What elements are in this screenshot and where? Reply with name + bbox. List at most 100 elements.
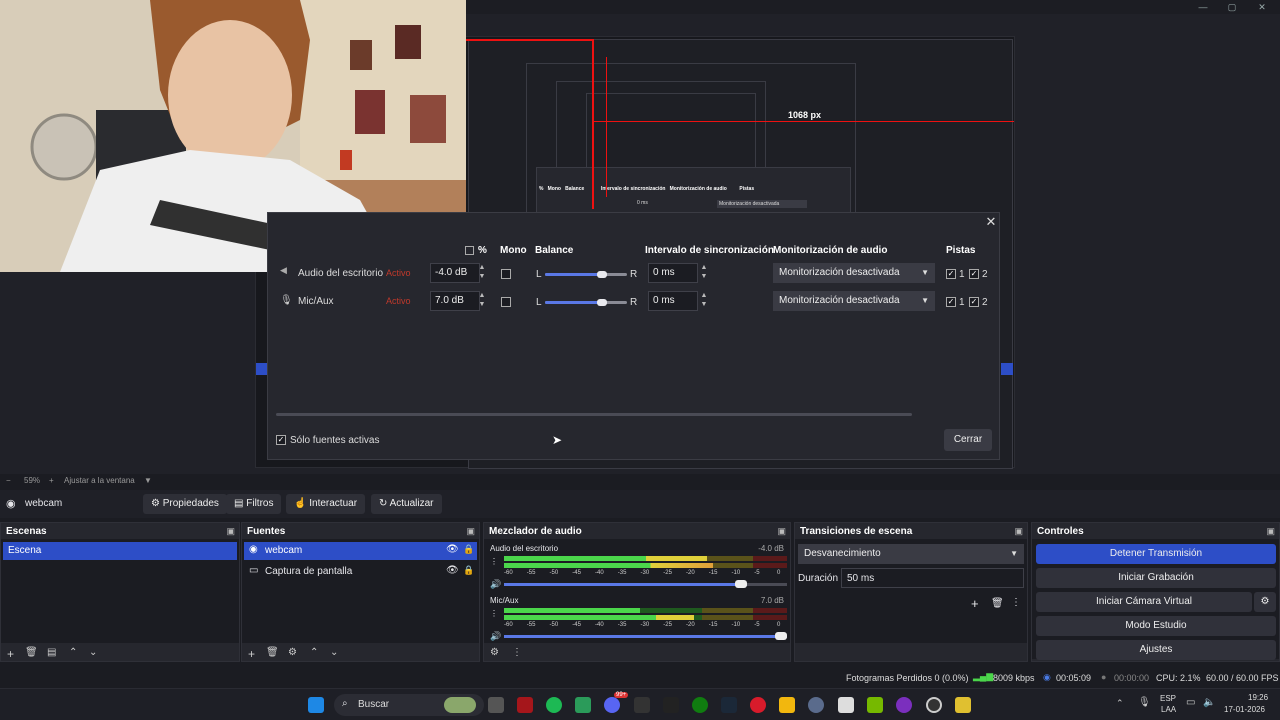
virtual-camera-button[interactable]: Iniciar Cámara Virtual (1036, 592, 1252, 612)
volume-fader-thumb[interactable] (775, 632, 787, 640)
source-item[interactable]: ▭ Captura de pantalla 👁 🔒 (244, 563, 477, 581)
duration-input[interactable]: 50 ms (841, 568, 1024, 588)
track2-checkbox[interactable]: ✓ (969, 269, 979, 279)
settings-icon[interactable] (808, 697, 824, 713)
track2-checkbox[interactable]: ✓ (969, 297, 979, 307)
obs-icon[interactable] (926, 697, 942, 713)
dock-menu-icon[interactable]: ▣ (226, 526, 235, 537)
dock-menu-icon[interactable]: ▣ (466, 526, 475, 537)
maximize-button[interactable]: ▢ (1216, 0, 1248, 14)
transition-menu-icon[interactable]: ⋮ (1011, 597, 1021, 608)
lock-icon[interactable]: 🔒 (463, 544, 474, 555)
settings-button[interactable]: Ajustes (1036, 640, 1276, 660)
zoom-out-button[interactable]: − (6, 476, 11, 485)
channel-menu-icon[interactable]: ⋮ (490, 609, 498, 618)
epic-games-icon[interactable] (634, 697, 650, 713)
track1-checkbox[interactable]: ✓ (946, 269, 956, 279)
transition-select[interactable]: Desvanecimiento ▼ (798, 544, 1024, 564)
mono-checkbox[interactable] (501, 269, 511, 279)
only-active-checkbox[interactable]: ✓ (276, 435, 286, 445)
start-recording-button[interactable]: Iniciar Grabación (1036, 568, 1276, 588)
interact-button[interactable]: ☝ Interactuar (286, 494, 366, 514)
remove-scene-button[interactable]: 🗑 (25, 647, 38, 658)
app-icon[interactable] (663, 697, 679, 713)
spotify-icon[interactable] (546, 697, 562, 713)
app-icon[interactable] (955, 697, 971, 713)
eye-icon[interactable]: 👁 (446, 544, 459, 555)
taskbar-search[interactable]: ⌕ Buscar (334, 694, 484, 716)
remove-source-button[interactable]: 🗑 (266, 647, 279, 658)
clock-time[interactable]: 19:26 (1248, 693, 1268, 702)
mixer-menu-icon[interactable]: ⋮ (512, 647, 522, 658)
move-down-button[interactable]: ⌄ (330, 647, 338, 658)
remove-transition-button[interactable]: 🗑 (991, 598, 1004, 609)
close-button[interactable]: Cerrar (944, 429, 992, 451)
zoom-fit-label[interactable]: Ajustar a la ventana (64, 476, 135, 485)
dock-menu-icon[interactable]: ▣ (1014, 526, 1023, 537)
move-down-button[interactable]: ⌄ (89, 647, 97, 658)
dialog-close-icon[interactable]: ✕ (984, 215, 998, 229)
speaker-icon[interactable]: 🔊 (490, 631, 501, 642)
dock-menu-icon[interactable]: ▣ (1266, 526, 1275, 537)
sync-spin-buttons[interactable]: ▲ ▼ (698, 291, 710, 311)
volume-icon[interactable]: 🔈 (1203, 697, 1215, 708)
filters-button[interactable]: ▤ Filtros (226, 494, 282, 514)
select-all-checkbox[interactable] (465, 246, 474, 255)
lock-icon[interactable]: 🔒 (463, 565, 474, 576)
sync-spin-buttons[interactable]: ▲ ▼ (698, 263, 710, 283)
mono-checkbox[interactable] (501, 297, 511, 307)
move-up-button[interactable]: ⌃ (310, 647, 318, 658)
source-properties-button[interactable]: ⚙ (288, 647, 297, 658)
task-view-icon[interactable] (488, 697, 504, 713)
scene-filters-button[interactable]: ▤ (47, 647, 56, 658)
discord-icon[interactable] (604, 697, 620, 713)
sync-input[interactable]: 0 ms (648, 263, 698, 283)
eye-icon[interactable]: 👁 (446, 565, 459, 576)
speaker-icon[interactable]: 🔊 (490, 579, 501, 590)
sync-input[interactable]: 0 ms (648, 291, 698, 311)
app-icon[interactable] (575, 697, 591, 713)
folder-icon[interactable] (779, 697, 795, 713)
balance-slider-thumb[interactable] (597, 271, 608, 278)
gear-icon[interactable]: ⚙ (1254, 592, 1276, 612)
app-icon[interactable] (750, 697, 766, 713)
clock-date[interactable]: 17-01-2026 (1224, 705, 1265, 714)
zoom-in-button[interactable]: + (49, 476, 54, 485)
source-item[interactable]: ◉ webcam 👁 🔒 (244, 542, 477, 560)
language-code[interactable]: ESP (1160, 694, 1176, 703)
volume-input[interactable]: -4.0 dB (430, 263, 480, 283)
volume-spin-buttons[interactable]: ▲ ▼ (476, 291, 488, 311)
scene-item[interactable]: Escena (3, 542, 237, 560)
refresh-button[interactable]: ↻ Actualizar (371, 494, 442, 514)
add-transition-button[interactable]: + (971, 596, 979, 611)
windows-start-icon[interactable] (308, 697, 324, 713)
microphone-tray-icon[interactable]: 🎙 (1138, 697, 1151, 708)
horizontal-scrollbar[interactable] (276, 413, 912, 416)
volume-spin-buttons[interactable]: ▲ ▼ (476, 263, 488, 283)
steam-icon[interactable] (721, 697, 737, 713)
tray-chevron-icon[interactable]: ⌃ (1116, 698, 1124, 709)
nvidia-icon[interactable] (867, 697, 883, 713)
channel-menu-icon[interactable]: ⋮ (490, 557, 498, 566)
add-scene-button[interactable]: + (7, 647, 14, 661)
volume-fader-thumb[interactable] (735, 580, 748, 588)
store-icon[interactable] (838, 697, 854, 713)
studio-mode-button[interactable]: Modo Estudio (1036, 616, 1276, 636)
volume-input[interactable]: 7.0 dB (430, 291, 480, 311)
xbox-icon[interactable] (692, 697, 708, 713)
properties-button[interactable]: ⚙ Propiedades (143, 494, 227, 514)
language-layout[interactable]: LAA (1161, 705, 1176, 714)
balance-slider-thumb[interactable] (597, 299, 608, 306)
app-icon[interactable] (517, 697, 533, 713)
minimize-button[interactable]: — (1187, 0, 1219, 14)
chevron-down-icon[interactable]: ▼ (144, 476, 152, 485)
monitoring-select[interactable]: Monitorización desactivada ▼ (773, 291, 935, 311)
app-icon[interactable] (896, 697, 912, 713)
mixer-settings-icon[interactable]: ⚙ (490, 647, 499, 658)
network-icon[interactable]: ▭ (1186, 697, 1195, 708)
add-source-button[interactable]: + (248, 647, 255, 661)
track1-checkbox[interactable]: ✓ (946, 297, 956, 307)
dock-menu-icon[interactable]: ▣ (777, 526, 786, 537)
stop-stream-button[interactable]: Detener Transmisión (1036, 544, 1276, 564)
move-up-button[interactable]: ⌃ (69, 647, 77, 658)
